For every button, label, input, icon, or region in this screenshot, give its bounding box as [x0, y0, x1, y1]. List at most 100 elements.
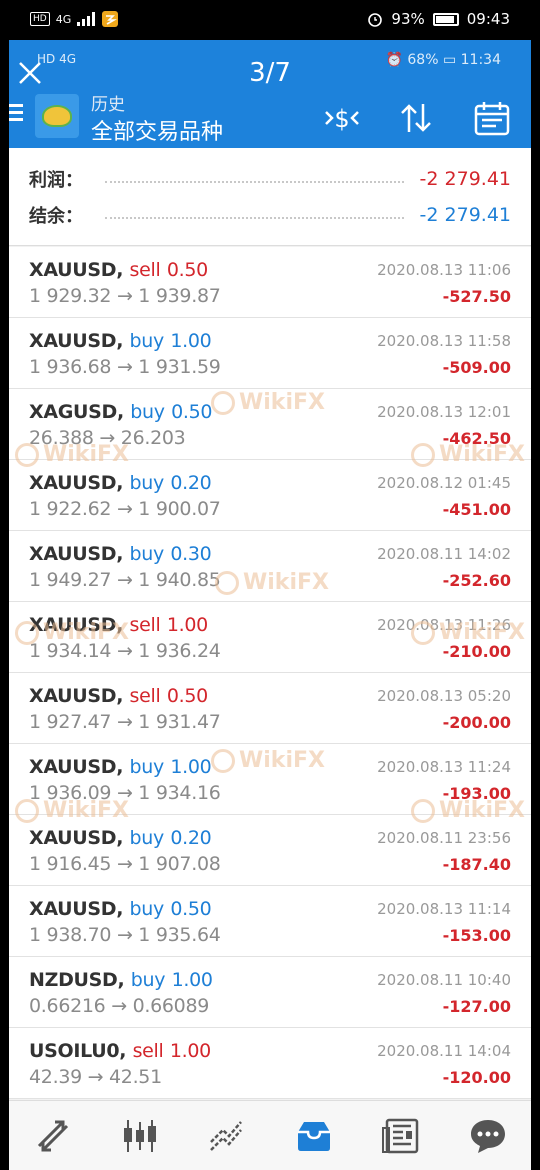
trade-symbol-line: USOILU0, sell 1.00 — [29, 1040, 211, 1062]
trade-row[interactable]: XAUUSD, buy 0.20 1 922.62 → 1 900.07 2020.… — [9, 460, 531, 531]
trade-row[interactable]: XAUUSD, buy 0.20 1 916.45 → 1 907.08 2020.… — [9, 815, 531, 886]
clock: 09:43 — [466, 10, 510, 28]
trade-profit: -451.00 — [442, 500, 511, 519]
trade-row[interactable]: USOILU0, sell 1.00 42.39 → 42.51 2020.08.1… — [9, 1028, 531, 1099]
balance-label: 结余： — [29, 206, 83, 227]
trade-side: sell — [129, 614, 161, 636]
trade-time: 2020.08.13 11:14 — [377, 900, 511, 918]
bottom-nav — [9, 1100, 531, 1170]
profit-label: 利润： — [29, 170, 83, 191]
balance-value: -2 279.41 — [419, 204, 511, 226]
outer-status-right: 93% 09:43 — [367, 10, 510, 28]
app-header: HD 4G ⏰ 68% ▭ 11:34 3/7 历史 全部交易品种 $ — [9, 40, 531, 148]
trade-time: 2020.08.11 23:56 — [377, 829, 511, 847]
history-label: 历史 — [91, 95, 125, 115]
svg-text:$: $ — [334, 105, 349, 133]
trade-prices: 1 936.09 → 1 934.16 — [29, 782, 221, 804]
trade-row[interactable]: XAUUSD, sell 1.00 1 934.14 → 1 936.24 2020… — [9, 602, 531, 673]
trade-row[interactable]: XAUUSD, buy 1.00 1 936.68 → 1 931.59 2020.… — [9, 318, 531, 389]
trade-symbol: NZDUSD, — [29, 969, 125, 991]
nav-history[interactable] — [289, 1111, 339, 1161]
calendar-icon[interactable] — [472, 98, 512, 138]
trade-symbol-line: XAUUSD, sell 0.50 — [29, 259, 208, 281]
trade-row[interactable]: XAUUSD, buy 0.30 1 949.27 → 1 940.85 2020.… — [9, 531, 531, 602]
alarm-icon — [368, 13, 383, 27]
history-icon — [297, 1121, 330, 1151]
sort-icon[interactable] — [396, 98, 436, 138]
trade-symbol: XAUUSD, — [29, 259, 124, 281]
nav-trade[interactable] — [202, 1111, 252, 1161]
trade-prices: 42.39 → 42.51 — [29, 1066, 162, 1088]
trade-time: 2020.08.13 11:24 — [377, 758, 511, 776]
outer-status-left: HD 4G — [30, 10, 119, 28]
trade-row[interactable]: XAUUSD, sell 0.50 1 927.47 → 1 931.47 2020… — [9, 673, 531, 744]
trade-volume: 1.00 — [169, 1040, 211, 1062]
trade-symbol-line: NZDUSD, buy 1.00 — [29, 969, 213, 991]
trade-time: 2020.08.13 11:06 — [377, 261, 511, 279]
battery-percent: 93% — [391, 10, 425, 28]
nav-quotes[interactable] — [28, 1111, 78, 1161]
trade-symbol: XAUUSD, — [29, 614, 124, 636]
trade-prices: 1 916.45 → 1 907.08 — [29, 853, 221, 875]
nav-chart[interactable] — [115, 1111, 165, 1161]
trade-symbol: XAUUSD, — [29, 756, 124, 778]
trade-symbol: XAUUSD, — [29, 898, 124, 920]
trade-symbol: XAUUSD, — [29, 472, 124, 494]
trade-profit: -252.60 — [442, 571, 511, 590]
trade-symbol-line: XAGUSD, buy 0.50 — [29, 401, 212, 423]
profit-value: -2 279.41 — [419, 168, 511, 190]
trade-side: buy — [129, 827, 165, 849]
trade-prices: 1 936.68 → 1 931.59 — [29, 356, 221, 378]
trade-prices: 1 922.62 → 1 900.07 — [29, 498, 221, 520]
symbols-filter[interactable]: 全部交易品种 — [91, 114, 223, 146]
app-logo — [35, 94, 79, 138]
news-icon — [381, 1118, 418, 1153]
trade-volume: 0.50 — [166, 685, 208, 707]
trade-time: 2020.08.13 12:01 — [377, 403, 511, 421]
quotes-icon — [37, 1120, 68, 1151]
trade-symbol-line: XAUUSD, buy 1.00 — [29, 330, 212, 352]
trade-prices: 1 949.27 → 1 940.85 — [29, 569, 221, 591]
nav-chat[interactable] — [463, 1111, 513, 1161]
nav-news[interactable] — [376, 1111, 426, 1161]
trade-profit: -210.00 — [442, 642, 511, 661]
deposit-icon[interactable]: $ — [322, 98, 362, 138]
trade-symbol-line: XAUUSD, buy 0.30 — [29, 543, 212, 565]
trade-time: 2020.08.13 05:20 — [377, 687, 511, 705]
trade-profit: -509.00 — [442, 358, 511, 377]
balance-row: 结余： -2 279.41 — [29, 198, 511, 232]
trade-symbol-line: XAUUSD, buy 0.50 — [29, 898, 212, 920]
dotted-leader — [105, 181, 404, 183]
trade-row[interactable]: XAUUSD, sell 0.50 1 929.32 → 1 939.87 2020… — [9, 247, 531, 318]
trade-volume: 0.50 — [166, 259, 208, 281]
trade-row[interactable]: XAUUSD, buy 1.00 1 936.09 → 1 934.16 2020.… — [9, 744, 531, 815]
trade-prices: 0.66216 → 0.66089 — [29, 995, 210, 1017]
trade-symbol-line: XAUUSD, buy 0.20 — [29, 827, 212, 849]
trade-volume: 1.00 — [171, 969, 213, 991]
trade-profit: -127.00 — [442, 997, 511, 1016]
trade-icon — [209, 1120, 242, 1151]
trade-row[interactable]: XAGUSD, buy 0.50 26.388 → 26.203 2020.08.1… — [9, 389, 531, 460]
menu-icon[interactable] — [9, 104, 23, 122]
trade-volume: 1.00 — [166, 614, 208, 636]
trade-volume: 0.30 — [170, 543, 212, 565]
trade-side: buy — [129, 898, 165, 920]
signal-icon — [77, 12, 96, 26]
image-viewer: HD 4G ⏰ 68% ▭ 11:34 3/7 历史 全部交易品种 $ 利润： … — [9, 40, 531, 1170]
trade-row[interactable]: XAUUSD, buy 0.50 1 938.70 → 1 935.64 2020.… — [9, 886, 531, 957]
dotted-leader — [105, 217, 404, 219]
trade-time: 2020.08.13 11:26 — [377, 616, 511, 634]
network-label: 4G — [55, 12, 72, 26]
trade-profit: -193.00 — [442, 784, 511, 803]
trade-prices: 1 934.14 → 1 936.24 — [29, 640, 221, 662]
trade-prices: 1 938.70 → 1 935.64 — [29, 924, 221, 946]
trade-symbol: XAUUSD, — [29, 330, 124, 352]
trade-side: buy — [130, 401, 165, 423]
chat-icon — [470, 1119, 505, 1153]
trade-symbol: XAUUSD, — [29, 827, 124, 849]
trade-prices: 1 929.32 → 1 939.87 — [29, 285, 221, 307]
trade-symbol-line: XAUUSD, sell 0.50 — [29, 685, 208, 707]
page-counter: 3/7 — [249, 58, 291, 88]
trade-row[interactable]: NZDUSD, buy 1.00 0.66216 → 0.66089 2020.08… — [9, 957, 531, 1028]
trade-profit: -200.00 — [442, 713, 511, 732]
